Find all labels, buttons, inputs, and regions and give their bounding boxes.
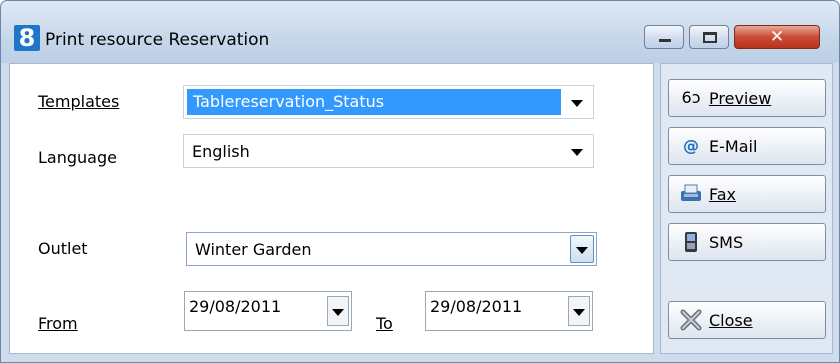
preview-button[interactable]: 6ↄ Preview xyxy=(668,79,826,117)
templates-combo[interactable]: Tablereservation_Status xyxy=(183,85,594,119)
sms-button[interactable]: SMS xyxy=(668,223,826,261)
fax-button[interactable]: Fax xyxy=(668,175,826,213)
close-x-icon: ✕ xyxy=(769,27,785,47)
chevron-down-icon xyxy=(573,309,585,316)
to-date-value: 29/08/2011 xyxy=(430,297,523,316)
outlet-dropdown-button[interactable] xyxy=(570,235,594,263)
email-label: E-Mail xyxy=(709,137,758,156)
fax-icon xyxy=(679,183,703,205)
outlet-value: Winter Garden xyxy=(195,240,312,259)
language-combo[interactable]: English xyxy=(183,134,594,168)
to-date-dropdown[interactable] xyxy=(568,296,590,326)
glasses-icon: 6ↄ xyxy=(681,88,701,107)
close-label: Close xyxy=(709,311,753,330)
phone-icon xyxy=(679,231,703,253)
from-date-value: 29/08/2011 xyxy=(189,297,282,316)
chevron-down-icon[interactable] xyxy=(571,100,583,107)
language-value: English xyxy=(192,142,250,161)
chevron-down-icon xyxy=(576,247,588,254)
outlet-label: Outlet xyxy=(38,239,88,258)
templates-label-text: Templates xyxy=(38,92,120,111)
outlet-combo[interactable]: Winter Garden xyxy=(186,232,597,266)
language-label: Language xyxy=(38,148,117,167)
window-close-button[interactable]: ✕ xyxy=(734,25,820,49)
to-label: To xyxy=(376,314,393,333)
close-icon xyxy=(679,309,703,331)
window-title: Print resource Reservation xyxy=(45,30,270,50)
preview-label: Preview xyxy=(709,89,772,108)
title-bar[interactable]: 8 Print resource Reservation ✕ xyxy=(1,1,839,63)
close-button[interactable]: Close xyxy=(668,301,826,339)
minimize-icon xyxy=(659,39,671,42)
to-date-picker[interactable]: 29/08/2011 xyxy=(425,291,593,331)
chevron-down-icon xyxy=(332,309,344,316)
templates-value: Tablereservation_Status xyxy=(187,89,561,115)
minimize-button[interactable] xyxy=(644,25,684,49)
to-label-text: To xyxy=(376,314,393,333)
maximize-button[interactable] xyxy=(689,25,729,49)
at-icon: @ xyxy=(683,136,699,155)
email-button[interactable]: @ E-Mail xyxy=(668,127,826,165)
print-dialog-window: 8 Print resource Reservation ✕ Templates… xyxy=(0,0,840,363)
chevron-down-icon[interactable] xyxy=(571,149,583,156)
maximize-icon xyxy=(703,32,717,43)
sms-label: SMS xyxy=(709,233,744,252)
app-icon: 8 xyxy=(14,25,40,51)
from-label-text: From xyxy=(38,314,78,333)
fax-label: Fax xyxy=(709,185,737,204)
from-label: From xyxy=(38,314,78,333)
from-date-picker[interactable]: 29/08/2011 xyxy=(184,291,352,331)
templates-label: Templates xyxy=(38,92,119,111)
from-date-dropdown[interactable] xyxy=(327,296,349,326)
